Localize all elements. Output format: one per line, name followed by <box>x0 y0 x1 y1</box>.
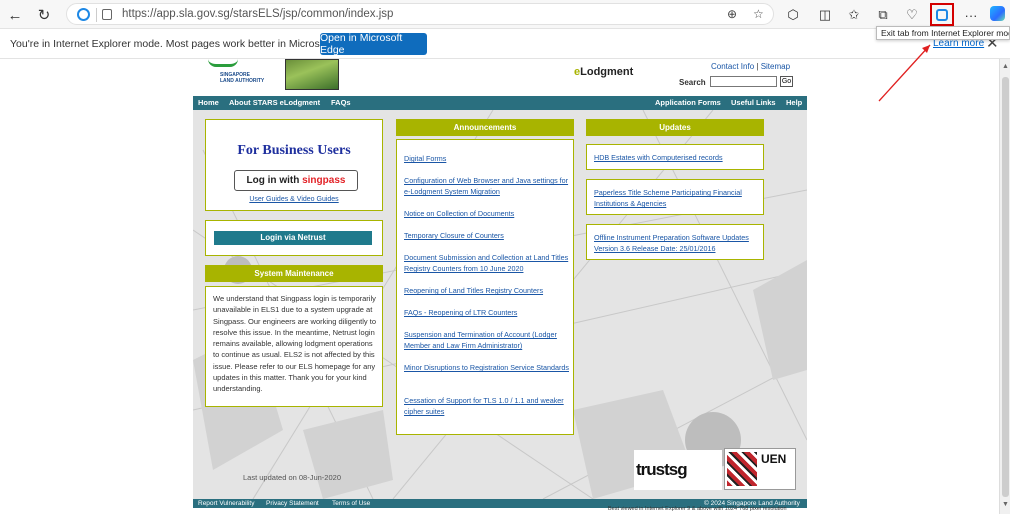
nav-help[interactable]: Help <box>786 98 802 107</box>
terms-of-use-link[interactable]: Terms of Use <box>332 499 370 508</box>
announcement-link[interactable]: Temporary Closure of Counters <box>404 230 569 241</box>
open-in-edge-button[interactable]: Open in Microsoft Edge <box>320 32 427 56</box>
netrust-login-button[interactable]: Login via Netrust <box>214 231 372 245</box>
announcement-link[interactable]: Configuration of Web Browser and Java se… <box>404 175 569 197</box>
scroll-up-icon[interactable]: ▲ <box>1002 63 1009 70</box>
infobar-message: You're in Internet Explorer mode. Most p… <box>10 38 362 50</box>
updates-title: Updates <box>586 119 764 136</box>
zoom-icon[interactable]: ⊕ <box>727 7 737 21</box>
page-scrollbar[interactable]: ▲ ▼ <box>999 59 1010 514</box>
sitemap-link[interactable]: Sitemap <box>761 62 790 71</box>
elodgement-title: eLodgment <box>574 66 634 78</box>
exit-ie-mode-button[interactable] <box>930 3 954 26</box>
favorites-icon[interactable]: ✩ <box>844 5 864 25</box>
refresh-icon[interactable]: ↻ <box>33 4 55 26</box>
site-header: SINGAPORE LAND AUTHORITY eLodgment Conta… <box>193 59 807 96</box>
contact-info-link[interactable]: Contact Info <box>711 62 754 71</box>
address-divider <box>96 8 97 22</box>
browser-toolbar: ← ↻ https://app.sla.gov.sg/starsELS/jsp/… <box>0 0 1010 29</box>
user-guides-link[interactable]: User Guides & Video Guides <box>206 196 382 203</box>
go-button[interactable]: Go <box>780 76 793 87</box>
netrust-box: Login via Netrust <box>205 220 383 256</box>
more-menu-icon[interactable]: ··· <box>961 5 981 25</box>
exit-ie-tooltip: Exit tab from Internet Explorer mode <box>876 26 1010 40</box>
split-screen-icon[interactable]: ◫ <box>815 5 835 25</box>
announcement-link[interactable]: Minor Disruptions to Registration Servic… <box>404 362 569 373</box>
nav-home[interactable]: Home <box>198 98 219 107</box>
trustsg-badge[interactable]: trustsg <box>634 450 722 490</box>
ie-tab-icon <box>936 8 948 21</box>
nav-application-forms[interactable]: Application Forms <box>655 98 721 107</box>
main-content: For Business Users Log in with singpass … <box>193 110 807 499</box>
announcements-title: Announcements <box>396 119 574 136</box>
sla-website: SINGAPORE LAND AUTHORITY eLodgment Conta… <box>193 59 807 514</box>
update-box: Paperless Title Scheme Participating Fin… <box>586 179 764 215</box>
trustsg-text: trustsg <box>636 460 688 479</box>
maintenance-text: We understand that Singpass login is tem… <box>213 294 377 394</box>
sla-logo[interactable]: SINGAPORE LAND AUTHORITY <box>208 59 270 87</box>
announcement-link[interactable]: Document Submission and Collection at La… <box>404 252 569 274</box>
ie-mode-icon[interactable] <box>77 8 90 21</box>
nav-useful-links[interactable]: Useful Links <box>731 98 776 107</box>
report-vulnerability-link[interactable]: Report Vulnerability <box>198 499 254 508</box>
collections-icon[interactable]: ⧉ <box>873 5 893 25</box>
logo-swoosh <box>208 59 238 67</box>
announcement-link[interactable]: Suspension and Termination of Account (L… <box>404 329 569 351</box>
system-maintenance-title: System Maintenance <box>205 265 383 282</box>
update-link[interactable]: Paperless Title Scheme Participating Fin… <box>594 187 759 209</box>
uen-logo-graphic <box>727 452 757 486</box>
update-link[interactable]: HDB Estates with Computerised records <box>594 152 759 163</box>
search-label: Search <box>679 78 706 87</box>
maintenance-box: We understand that Singpass login is tem… <box>205 286 383 407</box>
singpass-login-button[interactable]: Log in with singpass <box>234 170 358 191</box>
uen-badge[interactable]: UEN <box>724 448 796 490</box>
announcements-box: Digital Forms Configuration of Web Brows… <box>396 139 574 435</box>
search-input[interactable] <box>710 76 777 87</box>
update-box: HDB Estates with Computerised records <box>586 144 764 170</box>
header-photo <box>285 59 339 90</box>
announcement-link[interactable]: FAQs - Reopening of LTR Counters <box>404 307 569 318</box>
announcement-link[interactable]: Cessation of Support for TLS 1.0 / 1.1 a… <box>404 395 569 417</box>
announcement-link[interactable]: Reopening of Land Titles Registry Counte… <box>404 285 569 296</box>
nav-about[interactable]: About STARS eLodgment <box>229 98 320 107</box>
extensions-icon[interactable]: ⬡ <box>783 5 803 25</box>
best-viewed-note: Best viewed in Internet Explorer 9 & abo… <box>608 506 787 512</box>
announcement-link[interactable]: Digital Forms <box>404 153 569 164</box>
site-nav: Home About STARS eLodgment FAQs Applicat… <box>193 96 807 110</box>
contact-links: Contact Info | Sitemap <box>711 62 791 71</box>
back-icon[interactable]: ← <box>4 4 26 26</box>
announcement-link[interactable]: Notice on Collection of Documents <box>404 208 569 219</box>
scroll-down-icon[interactable]: ▼ <box>1002 501 1009 508</box>
privacy-statement-link[interactable]: Privacy Statement <box>266 499 319 508</box>
uen-text: UEN <box>761 452 787 466</box>
browser-essentials-icon[interactable]: ♡ <box>902 5 922 25</box>
nav-faqs[interactable]: FAQs <box>331 98 351 107</box>
scroll-thumb[interactable] <box>1002 77 1009 497</box>
address-bar[interactable]: https://app.sla.gov.sg/starsELS/jsp/comm… <box>66 3 774 25</box>
last-updated: Last updated on 08-Jun-2020 <box>243 473 341 482</box>
lock-icon[interactable] <box>102 9 112 20</box>
url-text[interactable]: https://app.sla.gov.sg/starsELS/jsp/comm… <box>122 8 393 20</box>
copilot-icon[interactable] <box>990 6 1005 21</box>
update-link[interactable]: Offline Instrument Preparation Software … <box>594 232 759 254</box>
business-users-box: For Business Users Log in with singpass … <box>205 119 383 211</box>
ie-mode-infobar: You're in Internet Explorer mode. Most p… <box>0 29 1010 59</box>
for-business-users-heading: For Business Users <box>237 143 351 158</box>
update-box: Offline Instrument Preparation Software … <box>586 224 764 260</box>
favorite-star-icon[interactable]: ☆ <box>753 7 764 21</box>
logo-text-land-authority: LAND AUTHORITY <box>220 78 265 84</box>
